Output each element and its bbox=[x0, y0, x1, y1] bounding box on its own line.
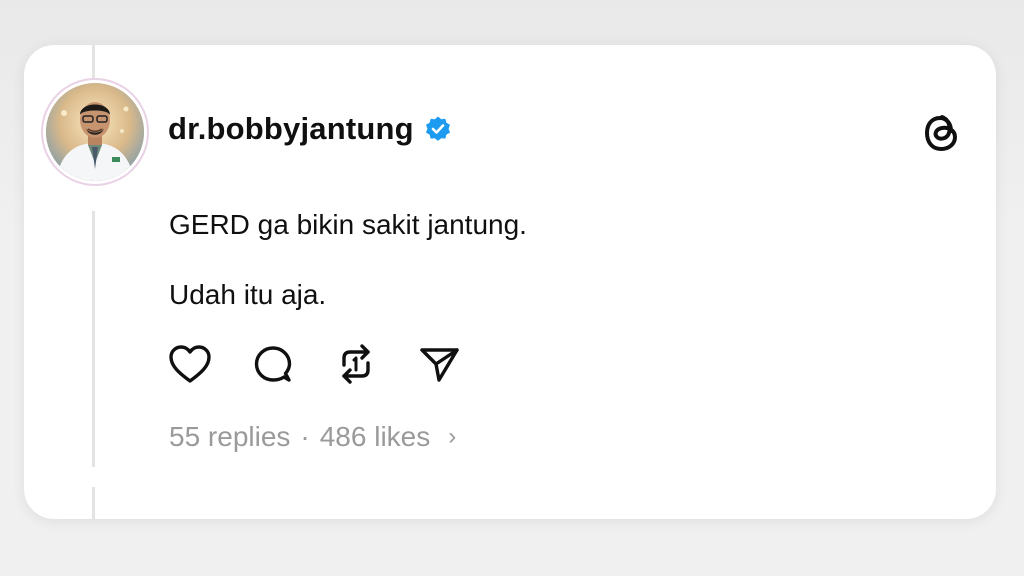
chevron-right-icon: › bbox=[448, 423, 457, 450]
replies-count[interactable]: 55 replies bbox=[169, 421, 290, 453]
heart-icon bbox=[167, 343, 213, 390]
threads-post-card: dr.bobbyjantung GERD ga bikin sakit jant… bbox=[24, 45, 996, 519]
reply-button[interactable] bbox=[250, 343, 296, 389]
post-actions bbox=[167, 343, 462, 389]
repost-icon bbox=[334, 341, 378, 392]
avatar[interactable] bbox=[46, 83, 144, 181]
thread-line-bottom bbox=[92, 487, 95, 519]
post-text-line-1: GERD ga bikin sakit jantung. bbox=[169, 209, 527, 240]
verified-badge-icon bbox=[424, 115, 452, 143]
username[interactable]: dr.bobbyjantung bbox=[168, 111, 414, 147]
share-button[interactable] bbox=[416, 343, 462, 389]
thread-line bbox=[92, 211, 95, 467]
thread-line-top bbox=[92, 45, 95, 83]
threads-logo-icon[interactable] bbox=[920, 109, 964, 157]
post-stats-link[interactable]: 55 replies · 486 likes › bbox=[169, 421, 456, 453]
repost-button[interactable] bbox=[333, 343, 379, 389]
like-button[interactable] bbox=[167, 343, 213, 389]
post-text-line-2: Udah itu aja. bbox=[169, 279, 327, 310]
post-header: dr.bobbyjantung bbox=[168, 111, 452, 147]
likes-count[interactable]: 486 likes bbox=[320, 421, 431, 453]
comment-bubble-icon bbox=[251, 342, 295, 391]
stats-separator: · bbox=[300, 421, 310, 452]
send-icon bbox=[417, 342, 461, 391]
